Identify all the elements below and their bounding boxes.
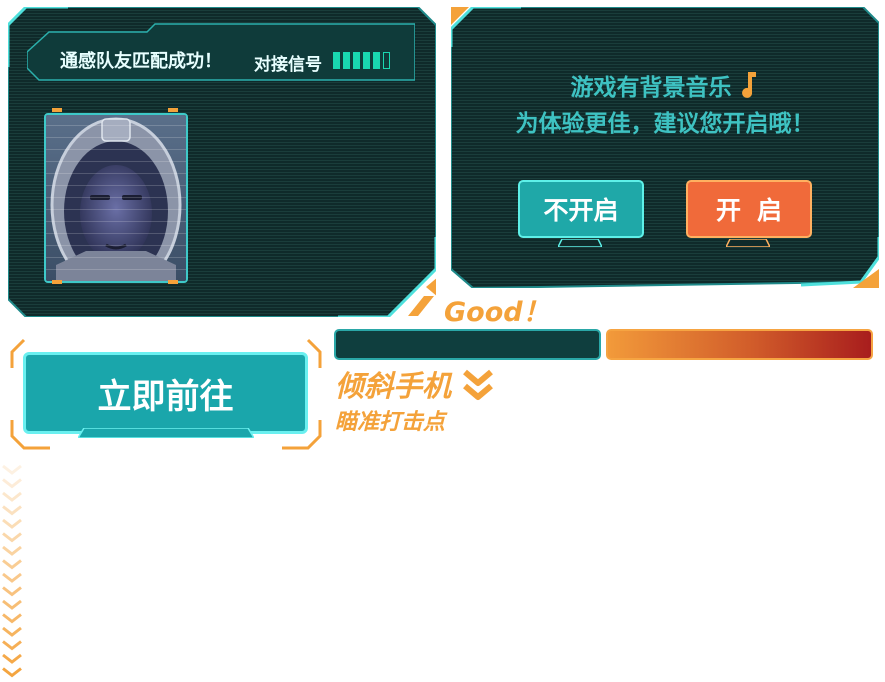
music-panel-frame [449, 5, 881, 290]
chevron-mark [2, 599, 22, 610]
chevron-mark [2, 464, 22, 475]
chevron-strip-icon [2, 464, 22, 678]
good-feedback: Good！ [444, 297, 550, 328]
chevron-mark [2, 478, 22, 489]
chevron-mark [2, 505, 22, 516]
match-title: 通感队友匹配成功！ [60, 51, 222, 72]
signal-meter [333, 52, 390, 69]
tilt-instruction-title: 倾斜手机 [335, 363, 495, 405]
music-message-line2: 为体验更佳，建议您开启哦！ [515, 111, 815, 137]
signal-bar-filled [353, 52, 360, 69]
chevron-mark [2, 559, 22, 570]
chevron-mark [2, 667, 22, 678]
chevron-mark [2, 491, 22, 502]
signal-bar-empty [383, 52, 390, 69]
chevron-mark [2, 653, 22, 664]
tilt-title-text: 倾斜手机 [335, 369, 452, 403]
chevron-mark [2, 572, 22, 583]
signal-bar-filled [333, 52, 340, 69]
chevron-mark [2, 613, 22, 624]
music-note-icon [741, 72, 756, 98]
progress-bar-filled [606, 329, 873, 360]
chevron-mark [2, 545, 22, 556]
signal-bar-filled [363, 52, 370, 69]
double-chevron-down-icon [463, 369, 494, 400]
go-button-tab [78, 428, 254, 438]
music-off-button-tab [556, 232, 604, 248]
chevron-mark [2, 640, 22, 651]
signal-bar-filled [343, 52, 350, 69]
music-message-text: 游戏有背景音乐 [570, 75, 732, 101]
music-on-button[interactable]: 开启 [686, 180, 812, 238]
avatar-corner-marks [52, 108, 178, 284]
music-off-button[interactable]: 不开启 [518, 180, 644, 238]
chevron-mark [2, 532, 22, 543]
good-slash-icon [408, 296, 434, 316]
progress-bar-empty [334, 329, 601, 360]
chevron-mark [2, 586, 22, 597]
music-panel [449, 5, 881, 290]
go-now-button[interactable]: 立即前往 [23, 352, 308, 434]
signal-bar-filled [373, 52, 380, 69]
music-on-button-tab [724, 232, 772, 248]
music-message-line1: 游戏有背景音乐 [451, 68, 879, 102]
signal-label: 对接信号 [254, 55, 322, 75]
tilt-instruction-subtitle: 瞄准打击点 [335, 410, 446, 435]
chevron-mark [2, 518, 22, 529]
chevron-mark [2, 626, 22, 637]
